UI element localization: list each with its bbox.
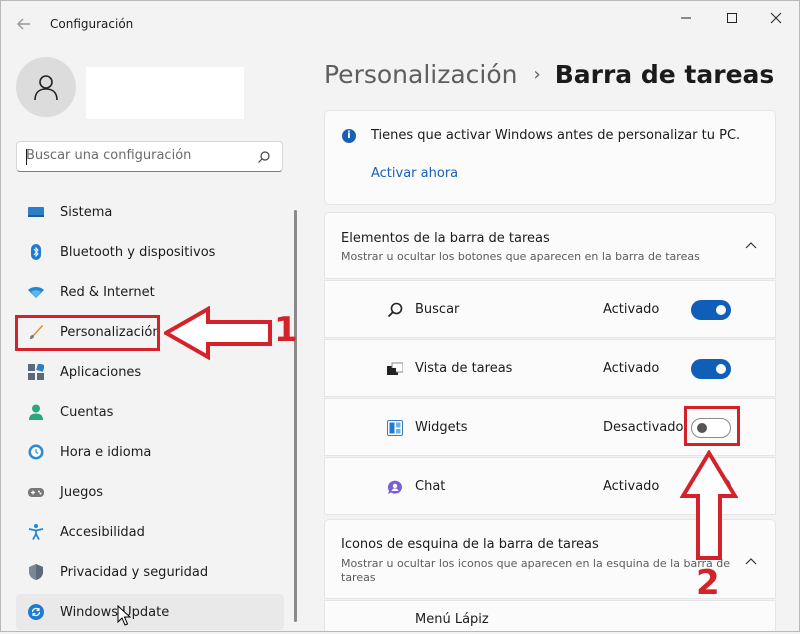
maximize-icon	[727, 13, 737, 23]
activation-notice: i Tienes que activar Windows antes de pe…	[324, 110, 776, 205]
setting-label: Menú Lápiz	[415, 612, 489, 627]
sidebar-item-label: Juegos	[60, 485, 104, 500]
section-title: Elementos de la barra de tareas	[341, 231, 550, 246]
toggle-vista-de-tareas[interactable]	[691, 359, 731, 379]
toggle-state: Activado	[603, 361, 660, 376]
accounts-icon	[29, 404, 43, 420]
sidebar-item-label: Sistema	[60, 205, 113, 220]
windows-update-icon	[28, 604, 44, 620]
sidebar-item-windows-update[interactable]: Windows Update	[16, 594, 284, 630]
info-icon: i	[342, 129, 356, 143]
section-description: Mostrar u ocultar los iconos que aparece…	[341, 557, 731, 584]
search-icon[interactable]	[257, 150, 271, 164]
close-button[interactable]	[756, 6, 796, 30]
sidebar-item-cuentas[interactable]: Cuentas	[16, 394, 284, 430]
annotation-arrow-left-icon	[164, 306, 272, 360]
annotation-highlight-personalizacion	[15, 315, 160, 351]
avatar[interactable]	[16, 57, 76, 117]
toggle-buscar[interactable]	[691, 300, 731, 320]
toggle-state: Activado	[603, 302, 660, 317]
section-description: Mostrar u ocultar los botones que aparec…	[341, 250, 700, 263]
sidebar-item-sistema[interactable]: Sistema	[16, 194, 284, 230]
setting-row-vista-de-tareas: Vista de tareas Activado	[324, 339, 776, 397]
activation-message: Tienes que activar Windows antes de pers…	[371, 128, 741, 143]
app-title: Configuración	[50, 17, 134, 31]
breadcrumb: Personalización › Barra de tareas	[324, 60, 774, 89]
widgets-icon	[387, 420, 403, 436]
setting-label: Chat	[415, 479, 446, 494]
user-name-redacted	[86, 67, 244, 119]
title-bar: Configuración	[0, 0, 800, 46]
sidebar-item-bluetooth[interactable]: Bluetooth y dispositivos	[16, 234, 284, 270]
setting-label: Widgets	[415, 420, 468, 435]
shield-icon	[29, 564, 43, 580]
toggle-state: Activado	[603, 479, 660, 494]
sidebar-item-label: Accesibilidad	[60, 525, 145, 540]
close-icon	[770, 12, 782, 24]
mouse-cursor-icon	[117, 605, 131, 626]
taskbar-items-header[interactable]: Elementos de la barra de tareas Mostrar …	[324, 212, 776, 279]
apps-icon	[28, 364, 44, 380]
sidebar-item-label: Red & Internet	[60, 285, 155, 300]
sidebar-item-red[interactable]: Red & Internet	[16, 274, 284, 310]
annotation-highlight-widgets-toggle	[684, 406, 740, 446]
accessibility-icon	[28, 524, 44, 540]
setting-label: Buscar	[415, 302, 460, 317]
page-title: Barra de tareas	[554, 60, 775, 89]
gamepad-icon	[28, 488, 44, 497]
system-icon	[28, 207, 44, 217]
breadcrumb-separator: ›	[533, 64, 541, 85]
breadcrumb-parent[interactable]: Personalización	[324, 60, 518, 89]
annotation-arrow-up-icon	[680, 450, 738, 560]
wifi-icon	[28, 287, 44, 298]
minimize-icon	[681, 17, 691, 19]
search-icon	[387, 302, 403, 318]
user-icon	[34, 75, 58, 101]
chat-icon	[387, 480, 402, 494]
sidebar-item-label: Windows Update	[60, 605, 170, 620]
bluetooth-icon	[31, 244, 41, 260]
toggle-state: Desactivado	[603, 420, 684, 435]
minimize-button[interactable]	[666, 6, 706, 30]
search-box[interactable]	[16, 141, 283, 172]
search-input[interactable]	[26, 148, 246, 163]
chevron-up-icon[interactable]	[745, 240, 757, 252]
section-title: Iconos de esquina de la barra de tareas	[341, 537, 599, 552]
sidebar-item-juegos[interactable]: Juegos	[16, 474, 284, 510]
sidebar-item-label: Privacidad y seguridad	[60, 565, 209, 580]
sidebar-nav: Sistema Bluetooth y dispositivos Red & I…	[16, 194, 284, 634]
task-view-icon	[387, 362, 403, 375]
sidebar-item-accesibilidad[interactable]: Accesibilidad	[16, 514, 284, 550]
sidebar-item-label: Aplicaciones	[60, 365, 142, 380]
setting-label: Vista de tareas	[415, 361, 513, 376]
sidebar-item-label: Bluetooth y dispositivos	[60, 245, 216, 260]
sidebar-item-label: Hora e idioma	[60, 445, 152, 460]
annotation-step-1: 1	[274, 310, 298, 350]
setting-row-buscar: Buscar Activado	[324, 280, 776, 338]
back-arrow-icon[interactable]	[14, 14, 34, 34]
time-language-icon	[28, 444, 44, 460]
activate-now-link[interactable]: Activar ahora	[371, 166, 458, 181]
chevron-up-icon[interactable]	[745, 556, 757, 568]
sidebar-scrollbar[interactable]	[294, 210, 297, 622]
annotation-step-2: 2	[696, 563, 720, 603]
sidebar-item-privacidad[interactable]: Privacidad y seguridad	[16, 554, 284, 590]
setting-row-menu-lapiz: Menú Lápiz	[324, 600, 776, 632]
sidebar-item-label: Cuentas	[60, 405, 114, 420]
sidebar-item-hora[interactable]: Hora e idioma	[16, 434, 284, 470]
maximize-button[interactable]	[712, 6, 752, 30]
